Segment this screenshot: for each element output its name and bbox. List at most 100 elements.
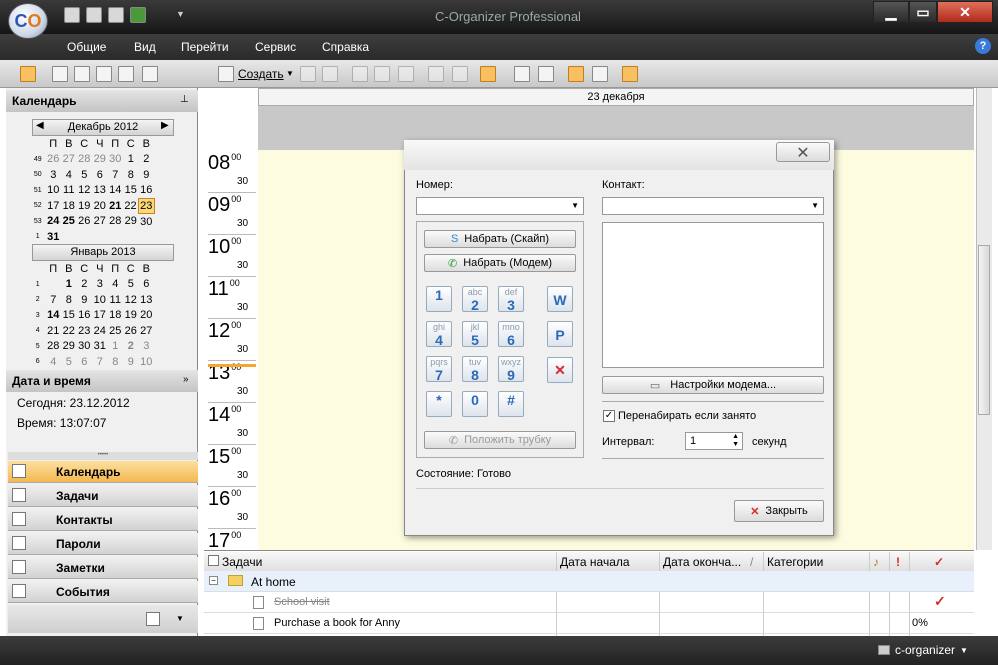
create-icon[interactable] <box>218 66 234 82</box>
calendar-day[interactable]: 8 <box>123 167 139 183</box>
calendar-day[interactable]: 9 <box>123 354 139 370</box>
calendar-day[interactable]: 3 <box>92 277 108 293</box>
status-dropdown-icon[interactable]: ▼ <box>960 646 968 655</box>
paste-icon[interactable] <box>398 66 414 82</box>
app-logo-icon[interactable]: CO <box>8 3 48 39</box>
calendar-day[interactable]: 28 <box>46 339 62 355</box>
calendar-day[interactable]: 21 <box>46 323 62 339</box>
calendar-day[interactable]: 20 <box>139 308 155 324</box>
menu-view[interactable]: Вид <box>134 40 156 54</box>
calendar-day[interactable]: 6 <box>77 354 93 370</box>
calendar-day[interactable] <box>108 229 124 245</box>
calendar-day[interactable]: 4 <box>46 354 62 370</box>
calendar-day[interactable]: 3 <box>46 167 62 183</box>
collapse-icon[interactable]: » <box>183 374 189 385</box>
qat-dropdown-icon[interactable]: ▼ <box>176 9 185 19</box>
calendar-day[interactable]: 24 <box>92 323 108 339</box>
calendar-day[interactable]: 12 <box>77 183 93 199</box>
calendar-day[interactable]: 30 <box>139 214 155 230</box>
number-combo[interactable]: ▼ <box>416 197 584 215</box>
calendar-day[interactable]: 26 <box>46 152 62 168</box>
calendar-day[interactable]: 25 <box>108 323 124 339</box>
work-week-icon[interactable] <box>74 66 90 82</box>
status-app-label[interactable]: c-organizer <box>895 643 955 657</box>
calendar-day[interactable]: 29 <box>123 214 139 230</box>
one-day-icon[interactable] <box>52 66 68 82</box>
calendar-day[interactable]: 10 <box>139 354 155 370</box>
calendar-day[interactable] <box>92 229 108 245</box>
key-hash[interactable]: # <box>498 391 524 417</box>
key-0[interactable]: 0 <box>462 391 488 417</box>
col-end-date[interactable]: Дата оконча... <box>663 555 741 569</box>
redial-checkbox[interactable]: ✓ <box>603 410 615 422</box>
scrollbar-thumb[interactable] <box>978 245 990 415</box>
key-7[interactable]: pqrs 7 <box>426 356 452 383</box>
calendar-day[interactable]: 20 <box>92 198 108 214</box>
reminder-bell-icon[interactable]: ♪ <box>873 555 879 569</box>
calendar-day[interactable]: 8 <box>108 354 124 370</box>
task-group-row[interactable] <box>204 571 974 592</box>
calendar-day[interactable]: 13 <box>92 183 108 199</box>
key-1[interactable]: 1 <box>426 286 452 312</box>
calendar-day[interactable]: 11 <box>61 183 77 199</box>
hangup-button[interactable]: ✆ Положить трубку <box>424 431 576 449</box>
pin-icon[interactable]: ⊥ <box>180 94 189 105</box>
key-6[interactable]: mno 6 <box>498 321 524 348</box>
calendar-day[interactable] <box>46 277 62 293</box>
nav-tasks[interactable]: Задачи <box>8 485 198 507</box>
calendar-day[interactable]: 7 <box>92 354 108 370</box>
calendar-day[interactable]: 19 <box>123 308 139 324</box>
quick-save-icon[interactable] <box>86 7 102 23</box>
calendar-day[interactable]: 24 <box>46 214 62 230</box>
minimize-button[interactable]: ▁ <box>873 1 909 23</box>
calendar-day[interactable]: 1 <box>108 339 124 355</box>
calendar-event-icon[interactable] <box>538 66 554 82</box>
key-8[interactable]: tuv 8 <box>462 356 488 383</box>
calendar-day[interactable]: 19 <box>77 198 93 214</box>
calendar-day[interactable]: 27 <box>61 152 77 168</box>
layout-icon[interactable] <box>622 66 638 82</box>
calendar-day[interactable]: 16 <box>77 308 93 324</box>
calendar-day[interactable]: 7 <box>46 292 62 308</box>
contact-list[interactable] <box>602 222 824 368</box>
calendar-day[interactable]: 25 <box>61 214 77 230</box>
day-view-icon[interactable] <box>20 66 36 82</box>
calendar-day[interactable]: 5 <box>123 277 139 293</box>
calendar-day[interactable]: 8 <box>61 292 77 308</box>
calendar-day[interactable]: 7 <box>108 167 124 183</box>
calendar-day[interactable]: 26 <box>123 323 139 339</box>
calendar-day[interactable]: 27 <box>139 323 155 339</box>
note-icon[interactable] <box>568 66 584 82</box>
create-dropdown-icon[interactable]: ▼ <box>286 69 294 78</box>
calendar-day[interactable] <box>77 229 93 245</box>
calendar-day[interactable]: 30 <box>108 152 124 168</box>
calendar-day[interactable]: 9 <box>139 167 155 183</box>
calendar-day[interactable]: 28 <box>77 152 93 168</box>
calendar-day[interactable]: 10 <box>92 292 108 308</box>
priority-icon[interactable]: ! <box>896 555 900 569</box>
calendar-day[interactable]: 17 <box>92 308 108 324</box>
calendar-day[interactable]: 11 <box>108 292 124 308</box>
preview-icon[interactable] <box>452 66 468 82</box>
copy-icon[interactable] <box>374 66 390 82</box>
nav-notes[interactable]: Заметки <box>8 557 198 579</box>
calendar-day[interactable]: 18 <box>108 308 124 324</box>
cut-icon[interactable] <box>352 66 368 82</box>
calendar-day[interactable]: 4 <box>108 277 124 293</box>
calendar-day[interactable]: 2 <box>77 277 93 293</box>
nav-contacts[interactable]: Контакты <box>8 509 198 531</box>
calendar-day[interactable]: 22 <box>61 323 77 339</box>
calendar-day[interactable]: 13 <box>139 292 155 308</box>
calendar-day[interactable]: 5 <box>77 167 93 183</box>
dial-modem-button[interactable]: ✆ Набрать (Модем) <box>424 254 576 272</box>
calendar-day[interactable]: 17 <box>46 198 62 214</box>
calendar-day[interactable]: 16 <box>139 183 155 199</box>
calendar-day[interactable]: 6 <box>139 277 155 293</box>
maximize-button[interactable]: ▭ <box>909 1 937 23</box>
calendar-day[interactable]: 12 <box>123 292 139 308</box>
modem-settings-button[interactable]: ▭ Настройки модема... <box>602 376 824 394</box>
calendar-day[interactable]: 14 <box>108 183 124 199</box>
calendar-day[interactable]: 29 <box>61 339 77 355</box>
nav-events[interactable]: События <box>8 581 198 603</box>
menu-go[interactable]: Перейти <box>181 40 229 54</box>
